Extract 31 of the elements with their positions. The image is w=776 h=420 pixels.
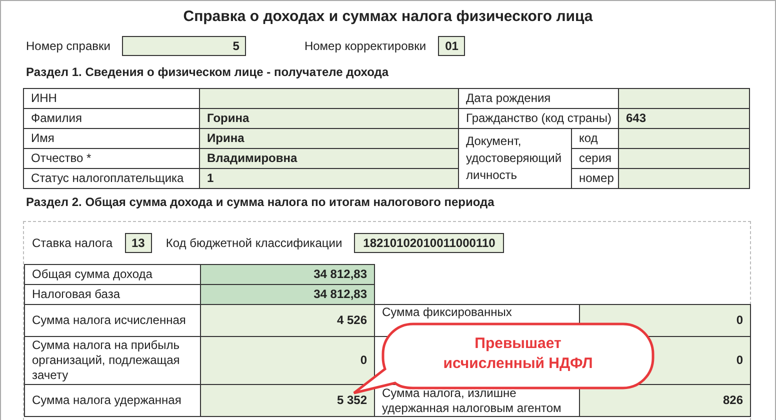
amount-cell[interactable]: 0 [200,336,375,385]
field-label: Код бюджетной классификации [166,236,342,250]
number-field[interactable]: 01 [438,36,466,56]
value-cell[interactable]: 643 [618,108,750,129]
label-cell: ИНН [23,88,200,109]
label-cell: Общая сумма дохода [24,264,201,285]
amount-cell[interactable]: 34 812,83 [200,284,375,305]
field-label: Номер справки [26,39,110,53]
value-cell[interactable]: 1 [199,168,459,189]
number-field[interactable]: 5 [122,36,246,56]
amount-cell[interactable]: 34 812,83 [200,264,375,285]
value-cell[interactable] [199,88,459,109]
value-cell[interactable] [618,168,750,189]
amount-cell[interactable]: 4 526 [200,304,375,337]
section-heading: Раздел 2. Общая сумма дохода и сумма налога по итогам налогового периода [25,194,496,211]
amount-cell[interactable]: 826 [579,384,751,417]
label-cell: Сумма налога удержанная [24,384,201,417]
value-cell[interactable]: Ирина [199,128,459,149]
section-heading: Раздел 1. Сведения о физическом лице - получателе дохода [25,64,390,81]
value-cell[interactable] [618,128,750,149]
rate-field[interactable]: 13 [124,233,152,253]
field-label: Номер корректировки [304,39,426,53]
value-cell[interactable]: Горина [199,108,459,129]
form-title: Справка о доходах и суммах налога физического лица [182,7,594,27]
value-cell[interactable] [618,148,750,169]
label-cell: Статус налогоплательщика [23,168,200,189]
value-cell[interactable]: Владимировна [199,148,459,169]
code-field[interactable]: 18210102010011000110 [354,233,504,253]
value-cell[interactable] [618,88,750,109]
field-label: Ставка налога [32,236,112,250]
amount-cell[interactable]: 5 352 [200,384,375,417]
